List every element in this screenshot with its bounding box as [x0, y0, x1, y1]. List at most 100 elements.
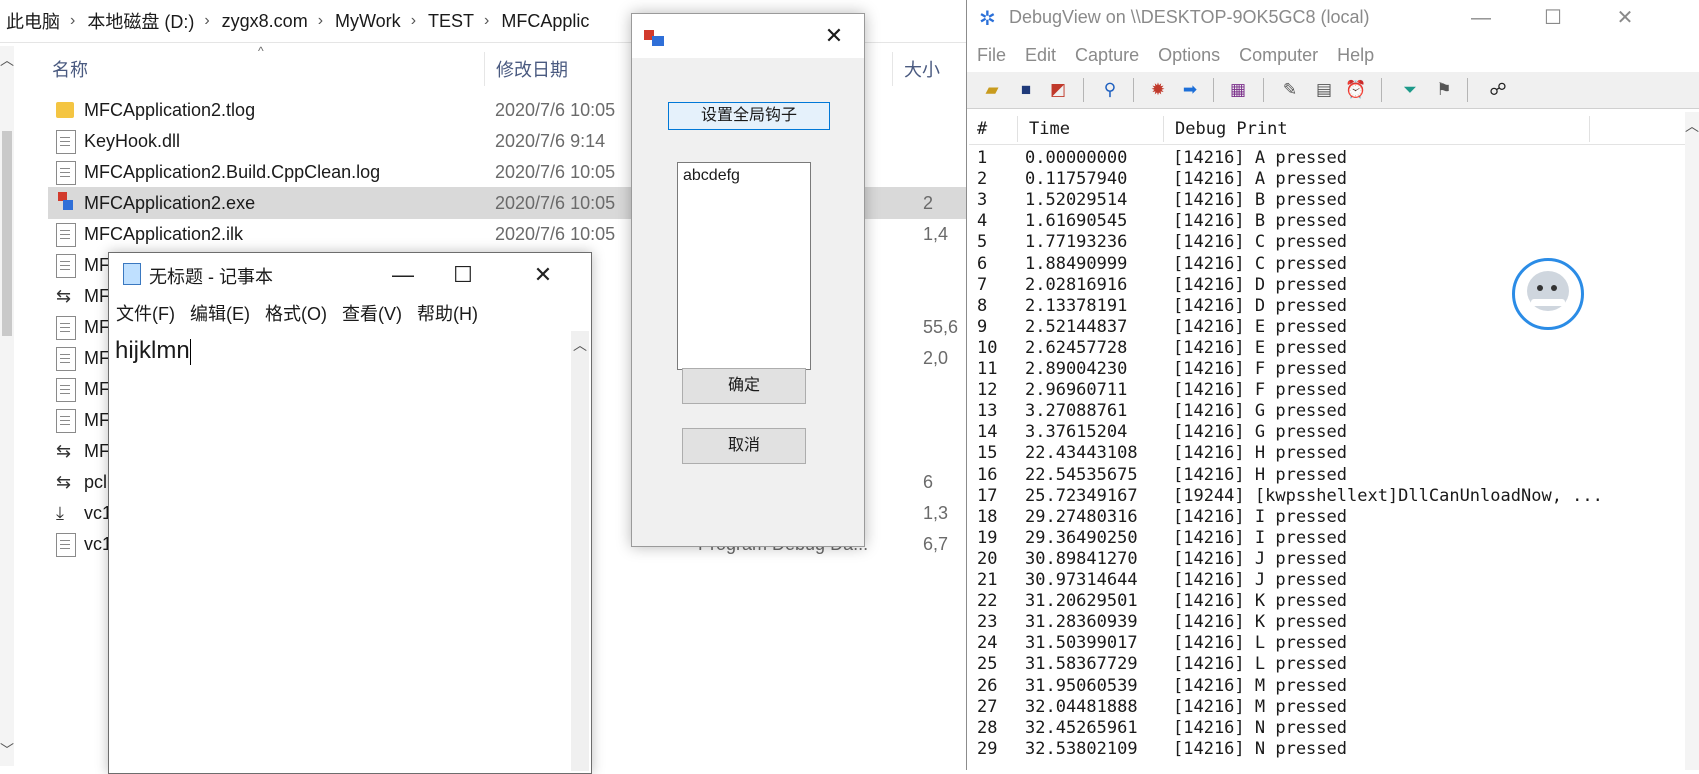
menu-help[interactable]: Help	[1327, 45, 1383, 66]
menu-edit[interactable]: Edit	[1015, 45, 1065, 66]
table-row[interactable]: 19 29.36490250 [14216] I pressed	[969, 528, 1689, 549]
table-row[interactable]: 13 3.27088761 [14216] G pressed	[969, 401, 1689, 422]
menu-file[interactable]: 文件(F)	[109, 300, 183, 326]
row-index: 11	[977, 359, 998, 379]
column-header-size[interactable]: 大小	[904, 56, 940, 82]
column-header-index[interactable]: #	[977, 119, 987, 139]
capture-icon[interactable]: ✹	[1147, 80, 1169, 100]
ok-button[interactable]: 确定	[682, 368, 806, 404]
find-binoculars-icon[interactable]: ☍	[1487, 80, 1509, 100]
breadcrumb-item[interactable]: MFCApplic	[495, 11, 593, 32]
menu-edit[interactable]: 编辑(E)	[183, 300, 258, 326]
search-icon[interactable]: ⚲	[1099, 80, 1121, 100]
close-icon[interactable]: ✕	[804, 14, 864, 58]
debugview-titlebar[interactable]: ✲ DebugView on \\DESKTOP-9OK5GC8 (local)…	[967, 0, 1699, 36]
minimize-icon[interactable]: —	[373, 253, 433, 297]
maximize-icon[interactable]: ☐	[433, 253, 493, 297]
table-row[interactable]: 28 32.45265961 [14216] N pressed	[969, 718, 1689, 739]
table-row[interactable]: 27 32.04481888 [14216] M pressed	[969, 697, 1689, 718]
column-divider[interactable]	[484, 52, 485, 86]
table-row[interactable]: 9 2.52144837 [14216] E pressed	[969, 317, 1689, 338]
file-size: 1,3	[923, 502, 949, 523]
notepad-scrollbar[interactable]: ︿	[571, 331, 589, 771]
table-row[interactable]: 4 1.61690545 [14216] B pressed	[969, 211, 1689, 232]
cancel-button[interactable]: 取消	[682, 428, 806, 464]
debugview-menubar: File Edit Capture Options Computer Help	[967, 40, 1699, 70]
table-row[interactable]: 23 31.28360939 [14216] K pressed	[969, 612, 1689, 633]
table-row[interactable]: 15 22.43443108 [14216] H pressed	[969, 443, 1689, 464]
breadcrumb-item[interactable]: MyWork	[329, 11, 405, 32]
column-divider[interactable]	[1589, 116, 1590, 142]
row-index: 26	[977, 675, 998, 696]
chevron-down-icon[interactable]: ﹀	[0, 740, 14, 760]
debugview-scrollbar[interactable]: ︿	[1685, 112, 1699, 770]
arrow-right-icon[interactable]: ➡	[1179, 80, 1201, 100]
explorer-scrollbar[interactable]: ︿ ﹀	[0, 46, 14, 766]
log-to-file-icon[interactable]: ◩	[1047, 80, 1069, 100]
table-row[interactable]: 22 31.20629501 [14216] K pressed	[969, 591, 1689, 612]
column-header-name[interactable]: 名称	[52, 56, 88, 82]
column-divider[interactable]	[1017, 116, 1018, 142]
table-row[interactable]: 12 2.96960711 [14216] F pressed	[969, 380, 1689, 401]
table-row[interactable]: 5 1.77193236 [14216] C pressed	[969, 232, 1689, 253]
table-row[interactable]: 2 0.11757940 [14216] A pressed	[969, 169, 1689, 190]
highlight-icon[interactable]: ⚑	[1433, 80, 1455, 100]
menu-format[interactable]: 格式(O)	[258, 300, 335, 326]
menu-capture[interactable]: Capture	[1065, 45, 1148, 66]
chevron-up-icon[interactable]: ︿	[0, 50, 14, 70]
table-row[interactable]: 6 1.88490999 [14216] C pressed	[969, 254, 1689, 275]
column-divider[interactable]	[892, 52, 893, 86]
notepad-titlebar[interactable]: 无标题 - 记事本 — ☐ ✕	[109, 253, 591, 297]
table-row[interactable]: 14 3.37615204 [14216] G pressed	[969, 422, 1689, 443]
breadcrumb-item[interactable]: zygx8.com	[216, 11, 312, 32]
floating-assistant-icon[interactable]	[1512, 258, 1584, 330]
column-header-time[interactable]: Time	[1029, 119, 1070, 139]
menu-help[interactable]: 帮助(H)	[410, 300, 486, 326]
menu-file[interactable]: File	[967, 45, 1015, 66]
table-row[interactable]: 21 30.97314644 [14216] J pressed	[969, 570, 1689, 591]
table-row[interactable]: 25 31.58367729 [14216] L pressed	[969, 654, 1689, 675]
chevron-up-icon[interactable]: ︿	[1685, 116, 1699, 136]
save-icon[interactable]: ■	[1015, 80, 1037, 100]
clear-display-icon[interactable]: ▦	[1227, 80, 1249, 100]
history-depth-icon[interactable]: ▤	[1313, 80, 1335, 100]
dll-file-icon	[56, 130, 76, 154]
maximize-icon[interactable]: ☐	[1523, 0, 1583, 36]
menu-computer[interactable]: Computer	[1229, 45, 1327, 66]
key-output-box[interactable]: abcdefg	[677, 162, 811, 370]
row-debug-print: [14216] D pressed	[1173, 274, 1347, 295]
column-divider[interactable]	[1163, 116, 1164, 142]
table-row[interactable]: 11 2.89004230 [14216] F pressed	[969, 359, 1689, 380]
table-row[interactable]: 16 22.54535675 [14216] H pressed	[969, 465, 1689, 486]
breadcrumb-item[interactable]: 本地磁盘 (D:)	[81, 8, 198, 34]
dialog-titlebar[interactable]: ✕	[632, 14, 864, 58]
table-row[interactable]: 10 2.62457728 [14216] E pressed	[969, 338, 1689, 359]
set-global-hook-button[interactable]: 设置全局钩子	[668, 102, 830, 130]
minimize-icon[interactable]: —	[1451, 0, 1511, 36]
table-row[interactable]: 17 25.72349167 [19244] [kwpsshellext]DllCa…	[969, 486, 1689, 507]
column-header-debug-print[interactable]: Debug Print	[1175, 119, 1288, 139]
window-title: DebugView on \\DESKTOP-9OK5GC8 (local)	[1009, 7, 1370, 27]
column-header-date[interactable]: 修改日期	[496, 56, 568, 82]
open-folder-icon[interactable]: ▰	[981, 80, 1003, 100]
table-row[interactable]: 24 31.50399017 [14216] L pressed	[969, 633, 1689, 654]
menu-view[interactable]: 查看(V)	[335, 300, 410, 326]
table-row[interactable]: 29 32.53802109 [14216] N pressed	[969, 739, 1689, 760]
close-icon[interactable]: ✕	[1595, 0, 1655, 36]
table-row[interactable]: 26 31.95060539 [14216] M pressed	[969, 676, 1689, 697]
clock-icon[interactable]: ⏰	[1345, 80, 1367, 100]
menu-options[interactable]: Options	[1148, 45, 1229, 66]
edit-filter-icon[interactable]: ✎	[1279, 80, 1301, 100]
filter-icon[interactable]: ⏷	[1399, 80, 1421, 100]
notepad-text-area[interactable]: hijklmn	[111, 331, 571, 771]
table-row[interactable]: 3 1.52029514 [14216] B pressed	[969, 190, 1689, 211]
scrollbar-thumb[interactable]	[2, 131, 12, 336]
table-row[interactable]: 20 30.89841270 [14216] J pressed	[969, 549, 1689, 570]
table-row[interactable]: 18 29.27480316 [14216] I pressed	[969, 507, 1689, 528]
breadcrumb-item[interactable]: 此电脑	[0, 8, 64, 34]
chevron-up-icon[interactable]: ︿	[573, 335, 587, 355]
debug-output-table[interactable]: # Time Debug Print 1 0.00000000 [14216] A …	[969, 112, 1689, 770]
table-row[interactable]: 1 0.00000000 [14216] A pressed	[969, 148, 1689, 169]
close-icon[interactable]: ✕	[513, 253, 573, 297]
breadcrumb-item[interactable]: TEST	[422, 11, 478, 32]
